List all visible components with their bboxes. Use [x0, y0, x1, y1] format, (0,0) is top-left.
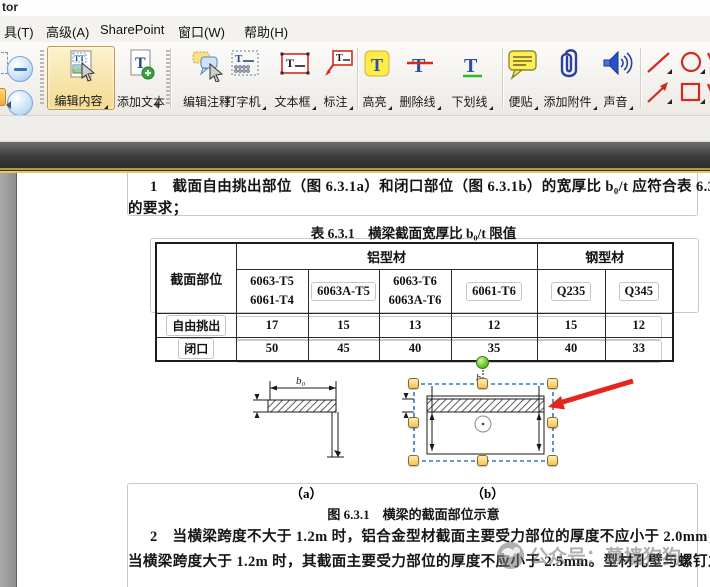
toolbar-empty-strip — [0, 116, 710, 142]
selection-handle-se[interactable] — [547, 455, 558, 466]
attachment-label: 添加附件 — [543, 95, 591, 110]
svg-text:T: T — [336, 53, 343, 64]
note-label: 便贴 — [508, 95, 532, 110]
selection-handle-s[interactable] — [477, 455, 488, 466]
arrow-tool-button[interactable] — [645, 80, 673, 106]
dropdown-arrow-icon — [534, 106, 538, 110]
edit-content-label: 编辑内容 — [54, 94, 102, 109]
circle-tool-icon — [678, 50, 706, 76]
callout-icon: T — [321, 48, 355, 82]
watermark-logo-icon — [497, 542, 524, 569]
callout-button[interactable]: T 标注 — [320, 46, 356, 110]
selection-handle-ne[interactable] — [547, 378, 558, 389]
dropdown-arrow-icon — [629, 106, 633, 110]
sound-button[interactable]: 声音 — [600, 46, 636, 110]
toolbar-grip[interactable] — [40, 50, 44, 106]
figure-a-drawing: b₀ — [253, 375, 344, 457]
underline-icon: T — [456, 48, 488, 82]
edit-annotation-icon — [190, 48, 224, 82]
svg-text:T: T — [286, 56, 294, 70]
toolbar: TT 编辑内容 T 添加文本 — [0, 42, 710, 116]
arrow-tool-icon — [645, 80, 673, 106]
menu-advanced[interactable]: 高级(A) — [42, 20, 93, 43]
selection-handle-sw[interactable] — [408, 455, 419, 466]
edit-content-button[interactable]: TT 编辑内容 — [47, 46, 115, 110]
window-title: tor — [2, 0, 18, 14]
dropdown-arrow-icon — [104, 105, 108, 109]
app-window: tor 具(T) 高级(A) SharePoint 窗口(W) 帮助(H) TT — [0, 0, 710, 587]
strikeout-button[interactable]: T 删除线 — [394, 46, 446, 110]
textbox-icon: T — [278, 48, 312, 82]
rectangle-tool-icon — [678, 80, 706, 106]
callout-label: 标注 — [323, 95, 347, 110]
menu-tools[interactable]: 具(T) — [0, 20, 38, 43]
selection-handle-nw[interactable] — [408, 378, 419, 389]
typewriter-icon: T — [229, 48, 261, 82]
sound-label: 声音 — [603, 95, 627, 110]
figure-caption: 图 6.3.1 横梁的截面部位示意 — [155, 504, 672, 523]
watermark-text: 公众号：幕墙狗狗 — [529, 542, 681, 569]
menu-sharepoint[interactable]: SharePoint — [96, 20, 168, 39]
rotate-handle[interactable] — [476, 356, 489, 369]
menu-bar: 具(T) 高级(A) SharePoint 窗口(W) 帮助(H) — [0, 16, 710, 42]
rectangle-tool-button[interactable] — [678, 80, 706, 106]
document-workspace: 1 截面自由挑出部位（图 6.3.1a）和闭口部位（图 6.3.1b）的宽厚比 … — [0, 173, 710, 587]
note-button[interactable]: 便贴 — [506, 46, 540, 110]
textbox-label: 文本框 — [274, 95, 310, 110]
dropdown-arrow-icon — [349, 106, 353, 110]
strikeout-icon: T — [404, 48, 436, 82]
menu-help[interactable]: 帮助(H) — [240, 20, 292, 43]
dropdown-arrow-icon — [593, 106, 597, 110]
watermark: 公众号：幕墙狗狗 — [497, 542, 681, 569]
svg-text:T: T — [412, 55, 426, 77]
highlight-icon: T — [361, 48, 393, 82]
add-text-button[interactable]: T 添加文本 — [116, 46, 166, 110]
textbox-button[interactable]: T 文本框 — [270, 46, 320, 110]
underline-label: 下划线 — [451, 95, 487, 110]
attachment-icon — [555, 48, 585, 82]
selection-handle-w[interactable] — [408, 417, 419, 428]
toolbar-overflow-icon[interactable] — [6, 101, 11, 109]
figure-b-drawing: b₀ — [402, 373, 544, 454]
strikeout-label: 删除线 — [399, 95, 435, 110]
dropdown-arrow-icon — [262, 106, 266, 110]
highlight-label: 高亮 — [362, 95, 386, 110]
title-bar: tor — [0, 0, 710, 16]
red-arrow-annotation[interactable] — [548, 381, 633, 410]
selection-handle-n[interactable] — [477, 378, 488, 389]
dropdown-arrow-icon — [489, 106, 493, 110]
circle-tool-button[interactable] — [678, 50, 706, 76]
svg-text:TT: TT — [74, 54, 85, 63]
attachment-button[interactable]: 添加附件 — [540, 46, 600, 110]
dark-divider-bar — [0, 142, 710, 168]
add-text-icon: T — [126, 48, 156, 82]
add-text-label: 添加文本 — [117, 95, 165, 110]
note-icon — [506, 48, 540, 82]
typewriter-button[interactable]: T 打字机 — [220, 46, 270, 110]
menu-window[interactable]: 窗口(W) — [174, 20, 229, 43]
svg-text:T: T — [464, 55, 478, 77]
figure-label-a: （a） — [290, 483, 323, 502]
dropdown-arrow-icon — [312, 106, 316, 110]
dim-b0-label: b₀ — [296, 375, 306, 387]
underline-button[interactable]: T 下划线 — [446, 46, 498, 110]
svg-text:T: T — [371, 55, 383, 75]
dropdown-arrow-icon — [388, 106, 392, 110]
svg-text:T: T — [235, 53, 243, 65]
line-tool-button[interactable] — [645, 50, 673, 76]
highlight-button[interactable]: T 高亮 — [360, 46, 394, 110]
dropdown-arrow-icon — [437, 106, 441, 110]
sound-icon — [601, 48, 635, 82]
figure-label-b: （b） — [471, 483, 504, 502]
selection-handle-e[interactable] — [547, 417, 558, 428]
typewriter-label: 打字机 — [224, 95, 260, 110]
edit-content-icon: TT — [65, 49, 97, 83]
zoom-out-button[interactable] — [7, 56, 33, 82]
line-tool-icon — [645, 50, 673, 76]
